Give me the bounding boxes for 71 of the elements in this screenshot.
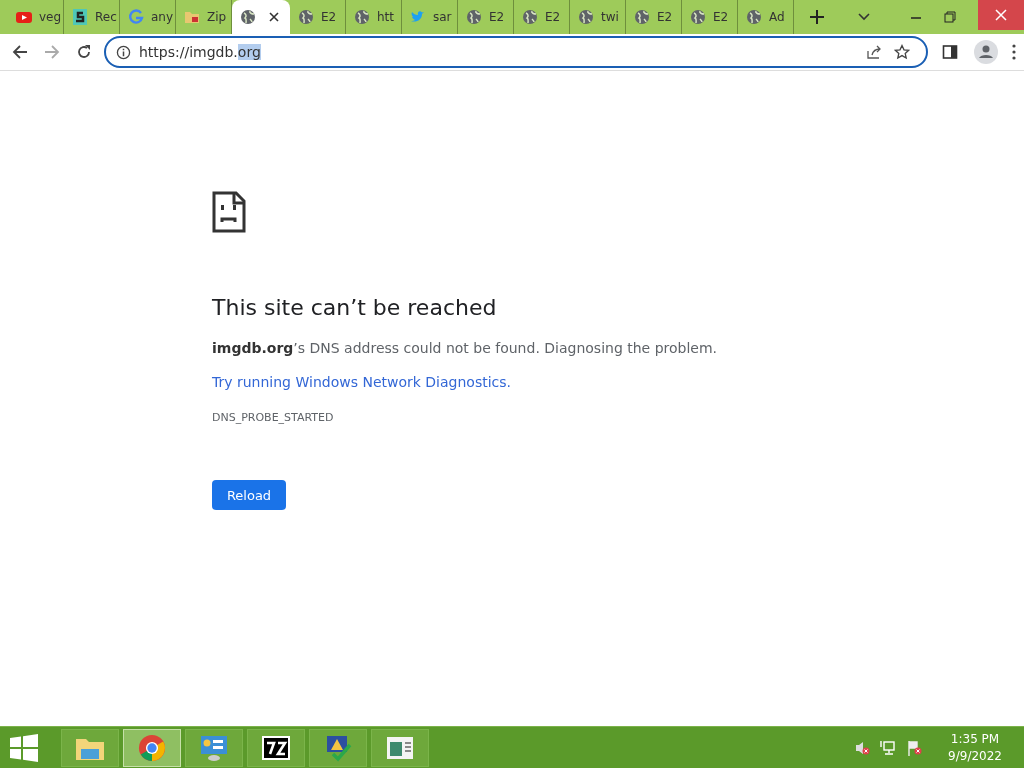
network-icon[interactable]: [880, 739, 897, 756]
start-icon[interactable]: [10, 733, 38, 762]
browser-tab[interactable]: veg: [8, 0, 64, 34]
browser-tab[interactable]: E2: [458, 0, 514, 34]
globe-icon: [634, 9, 650, 25]
globe-icon: [298, 9, 314, 25]
tab-title: twi: [601, 10, 619, 24]
folder-icon: [184, 9, 200, 25]
reload-button[interactable]: Reload: [212, 480, 286, 510]
browser-tab[interactable]: E2: [290, 0, 346, 34]
tab-title: Rec: [95, 10, 117, 24]
browser-tab[interactable]: E2: [682, 0, 738, 34]
url-text: https://imgdb.org: [139, 44, 261, 60]
tab-title: E2: [545, 10, 561, 24]
error-code: DNS_PROBE_STARTED: [212, 411, 334, 424]
globe-icon: [466, 9, 482, 25]
tab-title: E2: [321, 10, 337, 24]
control-panel-icon: [199, 733, 229, 762]
globe-icon: [578, 9, 594, 25]
browser-tab[interactable]: Ad: [738, 0, 794, 34]
error-heading: This site can’t be reached: [212, 295, 497, 320]
browser-tab[interactable]: any: [120, 0, 176, 34]
globe-icon: [240, 9, 256, 25]
muted-speaker-icon[interactable]: [854, 739, 871, 756]
globe-icon: [746, 9, 762, 25]
taskbar-app[interactable]: [247, 728, 305, 767]
browser-tab[interactable]: E2: [626, 0, 682, 34]
side-panel-icon[interactable]: [942, 44, 958, 60]
tab-title: Zip: [207, 10, 227, 24]
close-icon[interactable]: [269, 12, 279, 22]
tab-title: sar: [433, 10, 452, 24]
info-icon: [116, 44, 131, 60]
chevron-icon[interactable]: [858, 11, 870, 23]
video-icon: [16, 9, 32, 25]
tab-title: E2: [489, 10, 505, 24]
tab-title: Ad: [769, 10, 785, 24]
restore-icon[interactable]: [944, 11, 956, 23]
browser-tab[interactable]: Rec: [64, 0, 120, 34]
flag-icon[interactable]: [906, 739, 923, 756]
back-icon[interactable]: [12, 44, 28, 60]
new-tab-icon[interactable]: [810, 10, 824, 24]
sad-page-icon: [212, 191, 246, 233]
s-logo-icon: [72, 9, 88, 25]
close-icon: [995, 9, 1007, 21]
tab-title: E2: [713, 10, 729, 24]
globe-icon: [522, 9, 538, 25]
error-message: imgdb.org’s DNS address could not be found. Diagnosing the problem.: [212, 340, 718, 356]
browser-tab[interactable]: E2: [514, 0, 570, 34]
profile-avatar[interactable]: [974, 40, 998, 64]
tab-title: htt: [377, 10, 394, 24]
archive-app-icon: [261, 733, 291, 762]
address-bar[interactable]: https://imgdb.org: [104, 36, 928, 68]
globe-icon: [354, 9, 370, 25]
tab-title: E2: [657, 10, 673, 24]
bird-icon: [410, 9, 426, 25]
g-logo-icon: [128, 9, 144, 25]
chrome-icon: [137, 733, 167, 762]
star-icon[interactable]: [894, 44, 910, 60]
browser-tab[interactable]: [232, 0, 290, 34]
clock-time: 1:35 PM: [950, 730, 1000, 748]
browser-tab[interactable]: sar: [402, 0, 458, 34]
share-icon[interactable]: [866, 44, 882, 60]
browser-tab[interactable]: htt: [346, 0, 402, 34]
menu-icon[interactable]: [1012, 44, 1016, 60]
diagnostics-link[interactable]: Try running Windows Network Diagnostics.: [212, 374, 511, 390]
globe-icon: [690, 9, 706, 25]
reload-icon[interactable]: [76, 44, 92, 60]
tab-title: any: [151, 10, 174, 24]
clock-date: 9/9/2022: [948, 747, 1002, 765]
browser-tab[interactable]: twi: [570, 0, 626, 34]
tab-title: veg: [39, 10, 62, 24]
